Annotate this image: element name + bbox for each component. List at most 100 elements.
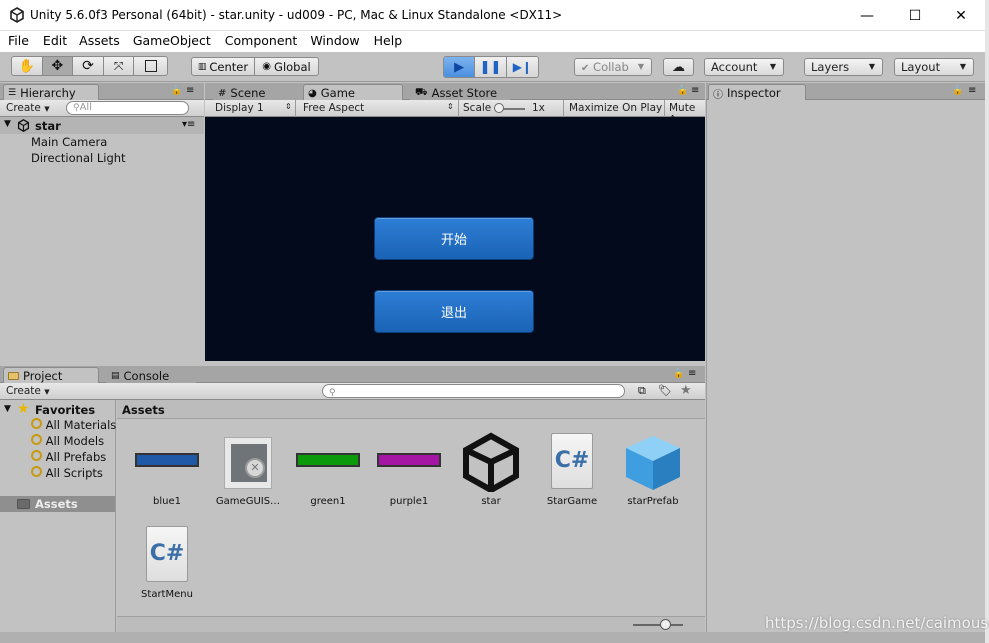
menu-assets[interactable]: Assets — [67, 31, 120, 52]
tab-scene[interactable]: # Scene — [213, 84, 303, 100]
step-button[interactable]: ▶❙ — [507, 57, 538, 77]
assets-folder-row[interactable]: Assets — [0, 496, 115, 512]
panel-menu-icon[interactable]: ≡ — [968, 85, 976, 96]
rotate-tool-button[interactable]: ⟳ — [73, 57, 104, 75]
hierarchy-body: ▼ star ▾≡ Main Camera Directional Light — [0, 117, 204, 361]
pivot-controls: ▥ Center ◉ Global — [191, 57, 319, 76]
project-tab-label: Project — [23, 369, 63, 383]
hierarchy-create-dropdown[interactable]: Create ▼ — [6, 102, 50, 114]
assets-folder-label: Assets — [35, 497, 78, 511]
menu-help[interactable]: Help — [360, 31, 403, 52]
close-button[interactable]: ✕ — [938, 0, 984, 31]
scale-slider-handle[interactable] — [494, 103, 504, 113]
menu-window[interactable]: Window — [297, 31, 359, 52]
icon-size-slider-handle[interactable] — [660, 619, 671, 630]
hierarchy-search-input[interactable]: ⚲All — [66, 101, 189, 115]
maximize-on-play-toggle[interactable]: Maximize On Play — [569, 102, 662, 114]
hand-tool-button[interactable]: ✋ — [12, 57, 43, 75]
favorite-all-prefabs[interactable]: All Prefabs — [31, 450, 106, 464]
center-tabbar: # Scene ◕ Game ⛟ Asset Store 🔒 ≡ — [205, 83, 705, 100]
tab-asset-store[interactable]: ⛟ Asset Store — [410, 84, 510, 100]
cloud-button[interactable]: ☁ — [663, 58, 694, 76]
aspect-dropdown[interactable]: Free Aspect ⇕ — [297, 102, 457, 116]
scale-icon: ⤧ — [113, 58, 124, 73]
panel-menu-icon[interactable]: ≡ — [691, 85, 699, 96]
star-icon[interactable]: ★ — [680, 383, 692, 398]
project-tree: ▼ ★ Favorites All Materials All Models A… — [0, 400, 116, 632]
material-swatch-icon — [377, 453, 441, 467]
scene-menu-icon[interactable]: ▾≡ — [182, 119, 195, 130]
center-icon: ▥ — [197, 61, 207, 72]
asset-stargame-script[interactable]: C# StarGame — [532, 430, 612, 510]
tab-console[interactable]: ▤ Console — [106, 367, 196, 383]
tab-inspector[interactable]: ⓘ Inspector — [708, 84, 806, 101]
tag-icon[interactable]: 🏷 — [658, 384, 672, 397]
layout-dropdown[interactable]: Layout ▼ — [894, 58, 974, 76]
lock-icon[interactable]: 🔒 — [677, 86, 688, 96]
panel-menu-icon[interactable]: ≡ — [688, 368, 696, 379]
pause-button[interactable]: ❚❚ — [475, 57, 507, 77]
quit-button[interactable]: 退出 — [374, 290, 534, 333]
divider — [664, 100, 665, 117]
lock-icon[interactable]: 🔒 — [171, 86, 182, 96]
favorite-all-scripts[interactable]: All Scripts — [31, 466, 103, 480]
chevron-down-icon: ▼ — [769, 62, 776, 71]
asset-star-scene[interactable]: star — [451, 430, 531, 510]
tab-game[interactable]: ◕ Game — [303, 84, 403, 100]
menu-gameobject[interactable]: GameObject — [120, 31, 211, 52]
favorites-label[interactable]: Favorites — [35, 403, 95, 417]
scene-row[interactable]: ▼ star ▾≡ — [0, 117, 204, 134]
breadcrumb-assets[interactable]: Assets — [122, 403, 165, 417]
project-create-dropdown[interactable]: Create ▼ — [6, 385, 50, 397]
store-icon: ⛟ — [415, 86, 428, 98]
favorite-all-materials[interactable]: All Materials — [31, 418, 116, 432]
pivot-global-button[interactable]: ◉ Global — [255, 58, 318, 75]
project-search-input[interactable]: ⚲ — [322, 384, 625, 398]
create-label: Create — [6, 102, 41, 114]
list-icon: ☰ — [8, 88, 17, 98]
asset-store-tab-label: Asset Store — [431, 86, 498, 100]
pivot-center-button[interactable]: ▥ Center — [192, 58, 256, 75]
asset-gameguiskin[interactable]: ✕ GameGUIS… — [208, 433, 288, 510]
asset-starprefab[interactable]: starPrefab — [613, 430, 693, 510]
favorite-all-models[interactable]: All Models — [31, 434, 104, 448]
account-dropdown[interactable]: Account ▼ — [704, 58, 784, 76]
tab-project[interactable]: Project — [3, 367, 99, 383]
asset-blue1[interactable]: blue1 — [127, 440, 207, 510]
filter-type-icon[interactable]: ⧉ — [638, 384, 646, 398]
cloud-icon: ☁ — [672, 59, 685, 75]
icon-size-slider-track[interactable] — [633, 624, 683, 626]
collab-dropdown[interactable]: ✔ Collab ▼ — [574, 58, 652, 76]
hash-icon: # — [218, 87, 227, 99]
asset-startmenu-script[interactable]: C# StartMenu — [127, 523, 207, 603]
project-tabbar: Project ▤ Console 🔒 ≡ — [0, 366, 705, 383]
lock-icon[interactable]: 🔒 — [673, 369, 684, 379]
hierarchy-item-directional-light[interactable]: Directional Light — [31, 151, 126, 165]
move-tool-button[interactable]: ✥ — [42, 57, 74, 75]
asset-purple1[interactable]: purple1 — [369, 440, 449, 510]
minimize-button[interactable]: — — [844, 0, 890, 31]
hierarchy-tab-label: Hierarchy — [20, 86, 76, 100]
expand-icon[interactable]: ▼ — [4, 404, 11, 414]
play-button[interactable]: ▶ — [444, 57, 476, 77]
layers-dropdown[interactable]: Layers ▼ — [804, 58, 883, 76]
transform-tools: ✋ ✥ ⟳ ⤧ — [11, 56, 168, 76]
menu-edit[interactable]: Edit — [29, 31, 67, 52]
expand-icon[interactable]: ▼ — [4, 119, 11, 129]
display-dropdown[interactable]: Display 1 ⇕ — [209, 102, 293, 116]
maximize-button[interactable]: ☐ — [892, 0, 938, 31]
asset-green1[interactable]: green1 — [288, 440, 368, 510]
lock-icon[interactable]: 🔒 — [952, 86, 963, 96]
menu-file[interactable]: File — [0, 31, 29, 52]
console-icon: ▤ — [111, 371, 120, 381]
tab-hierarchy[interactable]: ☰ Hierarchy — [3, 84, 99, 100]
hierarchy-item-main-camera[interactable]: Main Camera — [31, 135, 107, 149]
panel-menu-icon[interactable]: ≡ — [186, 85, 194, 96]
csharp-script-icon: C# — [146, 526, 188, 582]
start-button[interactable]: 开始 — [374, 217, 534, 260]
inspector-body — [706, 100, 985, 632]
scale-tool-button[interactable]: ⤧ — [104, 57, 135, 75]
move-icon: ✥ — [51, 58, 64, 74]
rect-tool-button[interactable] — [134, 57, 167, 75]
menu-component[interactable]: Component — [211, 31, 298, 52]
